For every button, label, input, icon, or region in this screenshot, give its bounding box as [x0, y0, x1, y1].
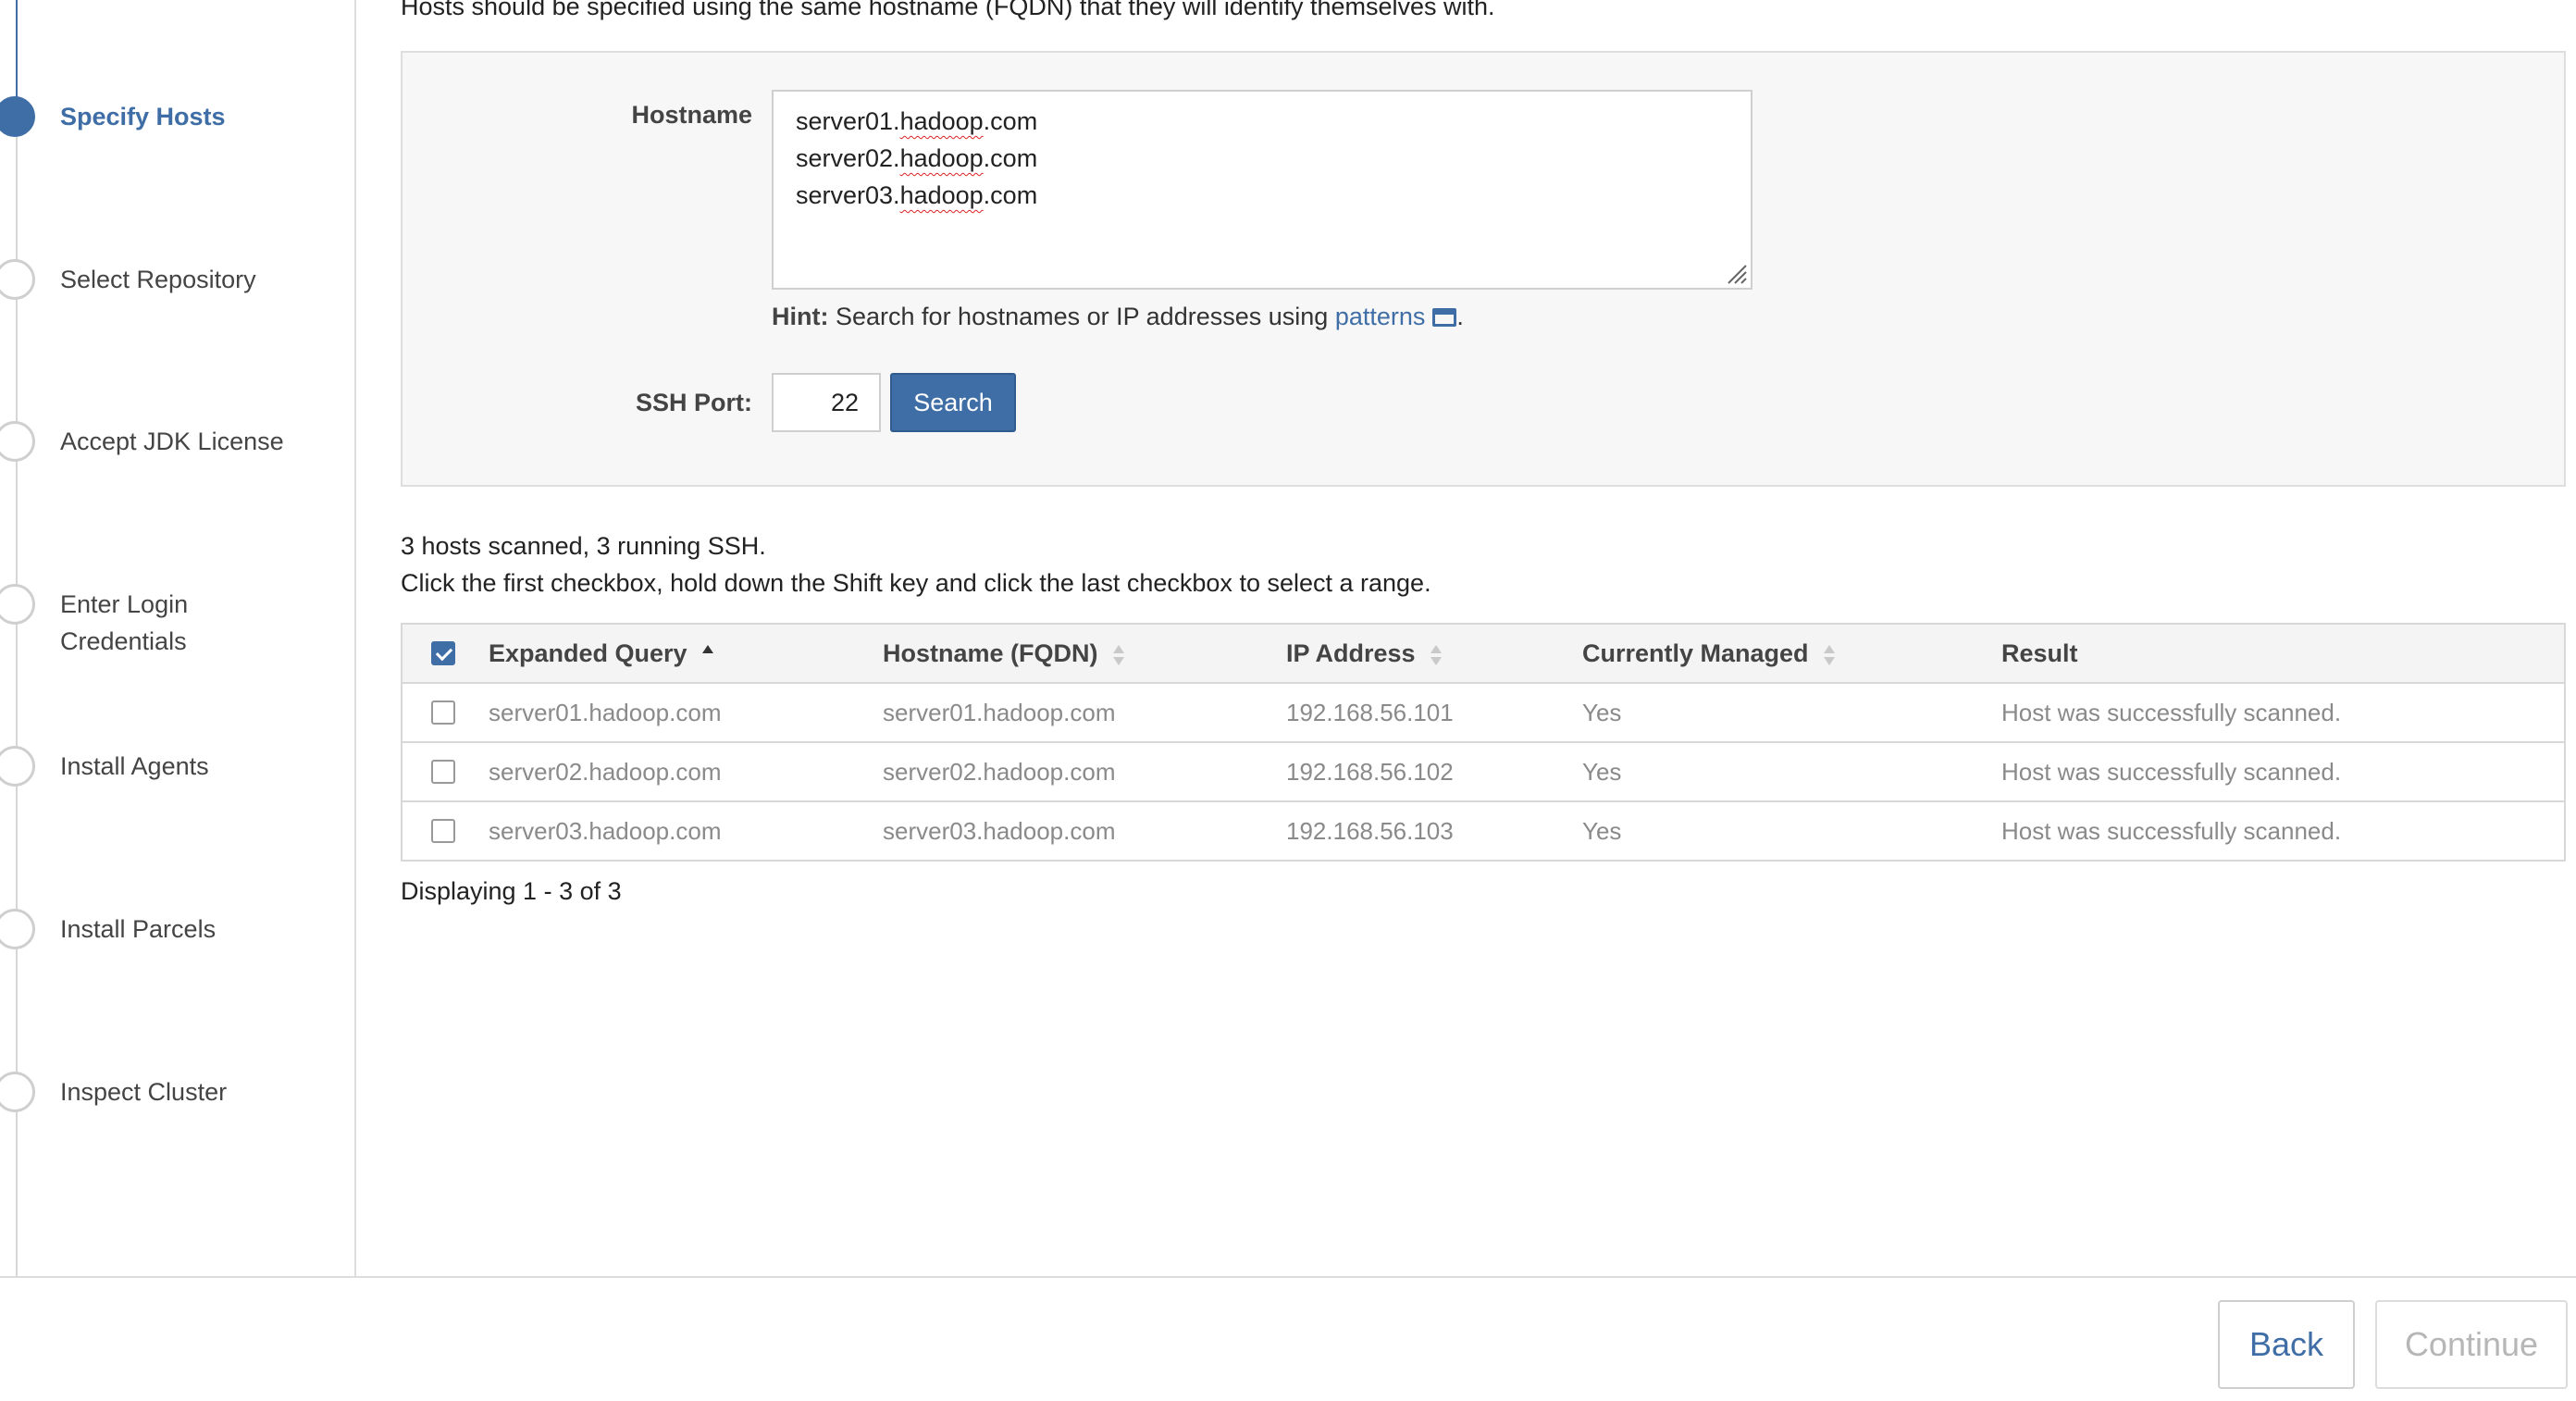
step-indicator	[0, 259, 35, 300]
col-header-result: Result	[2001, 639, 2078, 667]
col-header-expanded-query[interactable]: Expanded Query	[489, 625, 715, 682]
search-button[interactable]: Search	[890, 373, 1016, 432]
hostname-line: server01.hadoop.com	[796, 107, 1038, 135]
cell-hostname: server03.hadoop.com	[883, 817, 1116, 845]
ssh-port-label: SSH Port:	[635, 389, 752, 416]
hostname-hint: Hint: Search for hostnames or IP address…	[772, 303, 1464, 330]
cell-result: Host was successfully scanned.	[2001, 817, 2342, 845]
hosts-table: Expanded Query Hostname (FQDN) IP Addres…	[401, 623, 2566, 862]
cell-hostname: server02.hadoop.com	[883, 758, 1116, 786]
hostname-line: server02.hadoop.com	[796, 144, 1038, 172]
sort-ascending-icon	[701, 643, 715, 667]
cell-expanded-query: server01.hadoop.com	[489, 699, 722, 726]
step-label: Specify Hosts	[60, 103, 226, 130]
select-all-checkbox[interactable]	[431, 641, 455, 665]
step-indicator-current	[0, 96, 35, 137]
range-select-instructions: Click the first checkbox, hold down the …	[401, 569, 1431, 597]
sort-icon	[1823, 643, 1837, 667]
wizard-footer: Back Continue	[0, 1276, 2576, 1401]
cell-hostname: server01.hadoop.com	[883, 699, 1116, 726]
resize-grip-icon[interactable]	[1725, 262, 1747, 284]
col-header-ip-address[interactable]: IP Address	[1286, 625, 1443, 682]
ssh-port-input[interactable]: 22	[772, 373, 881, 432]
step-indicator	[0, 584, 35, 625]
spellcheck-mark: hadoop	[899, 107, 984, 135]
hostname-line: server03.hadoop.com	[796, 181, 1038, 209]
external-window-icon[interactable]	[1432, 308, 1457, 327]
row-checkbox[interactable]	[431, 700, 455, 725]
host-search-panel: Hostname server01.hadoop.com server02.ha…	[401, 51, 2566, 487]
cell-result: Host was successfully scanned.	[2001, 758, 2342, 786]
intro-text: Hosts should be specified using the same…	[401, 0, 1495, 20]
table-header: Expanded Query Hostname (FQDN) IP Addres…	[402, 625, 2564, 684]
col-header-currently-managed[interactable]: Currently Managed	[1582, 625, 1837, 682]
step-label: Install Parcels	[60, 915, 217, 943]
step-label: Install Agents	[60, 752, 209, 780]
patterns-link[interactable]: patterns	[1335, 303, 1426, 330]
table-row[interactable]: server03.hadoop.com server03.hadoop.com …	[402, 802, 2564, 862]
step-label: Enter Login Credentials	[60, 590, 189, 655]
sort-icon	[1430, 643, 1443, 667]
spellcheck-mark: hadoop	[899, 144, 984, 172]
spellcheck-mark: hadoop	[899, 181, 984, 209]
table-row[interactable]: server02.hadoop.com server02.hadoop.com …	[402, 743, 2564, 802]
cell-currently-managed: Yes	[1582, 758, 1622, 786]
step-indicator	[0, 746, 35, 787]
cell-expanded-query: server02.hadoop.com	[489, 758, 722, 786]
cell-currently-managed: Yes	[1582, 699, 1622, 726]
wizard-steps-sidebar: Specify Hosts Select Repository Accept J…	[0, 0, 356, 1276]
row-checkbox[interactable]	[431, 819, 455, 843]
hostname-textarea[interactable]: server01.hadoop.com server02.hadoop.com …	[772, 90, 1752, 290]
scan-summary: 3 hosts scanned, 3 running SSH. Click th…	[401, 527, 1431, 601]
cell-ip-address: 192.168.56.101	[1286, 699, 1454, 726]
cell-ip-address: 192.168.56.103	[1286, 817, 1454, 845]
row-checkbox[interactable]	[431, 760, 455, 784]
cell-currently-managed: Yes	[1582, 817, 1622, 845]
back-button[interactable]: Back	[2218, 1300, 2355, 1389]
scan-result-text: 3 hosts scanned, 3 running SSH.	[401, 532, 766, 560]
table-row[interactable]: server01.hadoop.com server01.hadoop.com …	[402, 684, 2564, 743]
sort-icon	[1112, 643, 1126, 667]
step-label: Accept JDK License	[60, 428, 284, 455]
col-header-hostname[interactable]: Hostname (FQDN)	[883, 625, 1126, 682]
pagination-status: Displaying 1 - 3 of 3	[401, 877, 622, 905]
continue-button[interactable]: Continue	[2375, 1300, 2568, 1389]
step-indicator	[0, 421, 35, 462]
hostname-label: Hostname	[631, 101, 752, 129]
step-label: Inspect Cluster	[60, 1078, 228, 1106]
step-label: Select Repository	[60, 266, 256, 293]
cell-expanded-query: server03.hadoop.com	[489, 817, 722, 845]
step-indicator	[0, 1072, 35, 1112]
step-indicator	[0, 909, 35, 949]
cell-ip-address: 192.168.56.102	[1286, 758, 1454, 786]
cell-result: Host was successfully scanned.	[2001, 699, 2342, 726]
